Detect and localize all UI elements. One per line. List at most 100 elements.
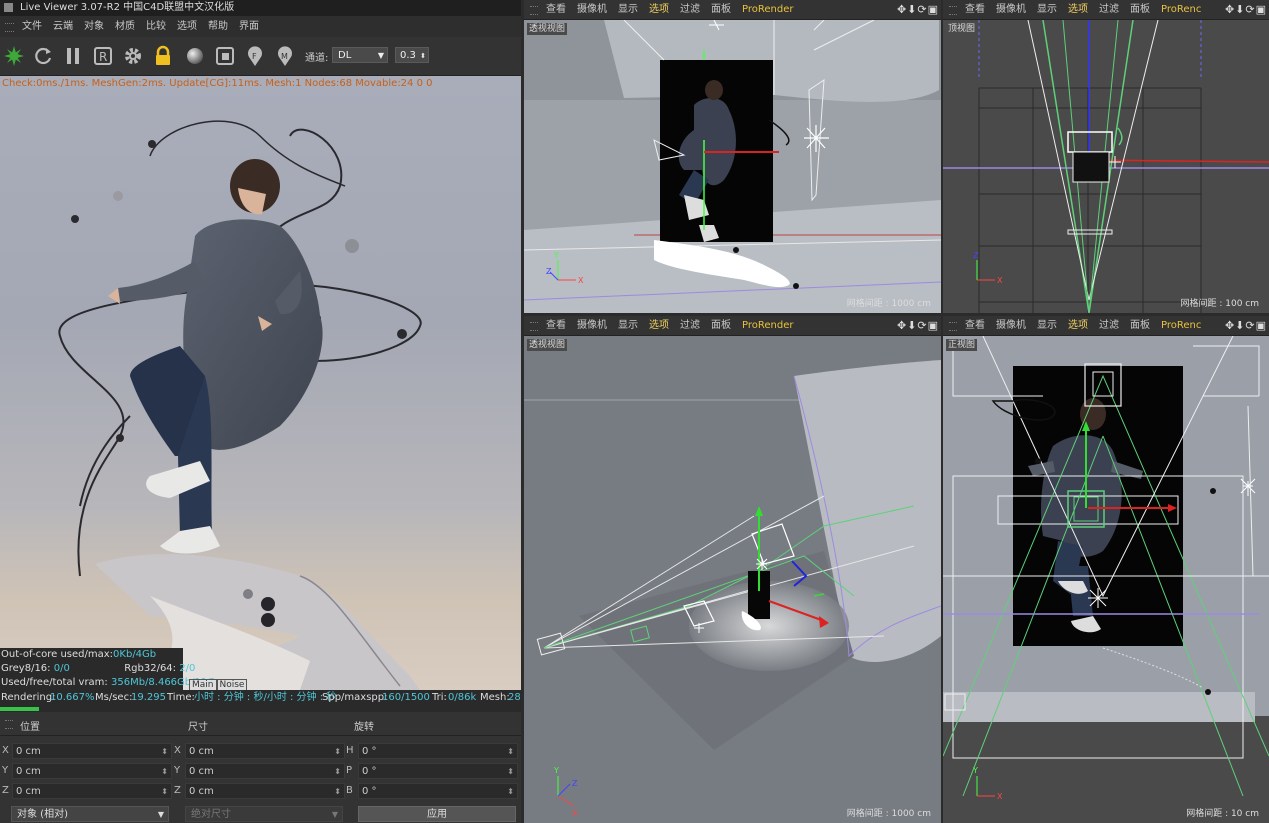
menu-panel[interactable]: 面板 [711,316,731,335]
menu-prorender[interactable]: ProRenc [1161,316,1201,335]
menu-display[interactable]: 显示 [1037,0,1057,19]
viewport-perspective-bottom[interactable]: 查看 摄像机 显示 选项 过滤 面板 ProRender ✥⬇⟳▣ Y X Z … [524,316,941,823]
menu-camera[interactable]: 摄像机 [577,0,607,19]
menu-object[interactable]: 对象 [84,16,104,37]
rot-b-field[interactable]: 0 ° ⬍ [358,783,518,799]
viewport-canvas[interactable]: Y X 正视图 网格间距 : 10 cm [943,336,1269,823]
menu-camera[interactable]: 摄像机 [996,0,1026,19]
channel-select[interactable]: DL ▼ [332,47,388,63]
tab-main[interactable]: Main [189,679,217,690]
size-header: 尺寸 [188,722,208,733]
menu-options[interactable]: 选项 [177,16,197,37]
size-x-field[interactable]: 0 cm ⬍ [185,743,345,759]
menu-help[interactable]: 帮助 [208,16,228,37]
pos-x-field[interactable]: 0 cm ⬍ [12,743,172,759]
menu-display[interactable]: 显示 [1037,316,1057,335]
menu-options[interactable]: 选项 [649,0,669,19]
viewport-nav-icons[interactable]: ✥⬇⟳▣ [897,0,939,19]
region-render-icon[interactable]: R [92,45,114,67]
viewport-nav-icons[interactable]: ✥⬇⟳▣ [1225,0,1267,19]
coordinate-mode-select[interactable]: 对象 (相对) ▼ [11,806,169,822]
rot-h-field[interactable]: 0 ° ⬍ [358,743,518,759]
menu-panel[interactable]: 面板 [711,0,731,19]
menu-view[interactable]: 查看 [965,0,985,19]
vram-label: Used/free/total vram: [1,677,108,688]
title-bar: Live Viewer 3.07-R2 中国C4D联盟中文汉化版 [0,0,521,16]
pos-y-axis: Y [2,765,9,776]
viewport-nav-icons[interactable]: ✥⬇⟳▣ [897,316,939,335]
grip-icon [530,6,538,15]
menu-view[interactable]: 查看 [546,0,566,19]
menu-panel[interactable]: 面板 [1130,316,1150,335]
menu-options[interactable]: 选项 [649,316,669,335]
menu-prorender[interactable]: ProRender [742,316,793,335]
rot-p-value: 0 ° [362,766,377,777]
time-value: 小时 : 分钟 : 秒/小时 : 分钟 : 秒 [194,692,337,703]
rot-p-field[interactable]: 0 ° ⬍ [358,763,518,779]
octane-logo-icon[interactable] [3,45,25,67]
spp-value: 160/1500 [382,692,430,703]
pause-icon[interactable] [62,45,84,67]
menu-filter[interactable]: 过滤 [1099,0,1119,19]
viewport-perspective-top[interactable]: 查看 摄像机 显示 选项 过滤 面板 ProRender ✥⬇⟳▣ Y X Z … [524,0,941,313]
svg-text:Y: Y [972,766,978,775]
coord-headers: 位置 尺寸 旋转 [0,713,521,736]
apply-button[interactable]: 应用 [358,806,516,822]
menu-options[interactable]: 选项 [1068,0,1088,19]
menu-display[interactable]: 显示 [618,0,638,19]
menu-panel[interactable]: 面板 [1130,0,1150,19]
material-ball-icon[interactable] [184,45,206,67]
viewport-front[interactable]: 查看 摄像机 显示 选项 过滤 面板 ProRenc ✥⬇⟳▣ Y X 正视图 … [943,316,1269,823]
menu-material[interactable]: 材质 [115,16,135,37]
settings-gear-icon[interactable] [122,45,144,67]
stepper-value: 0.3 [400,50,416,61]
rgb-value: 2/0 [179,663,196,674]
pos-z-value: 0 cm [16,786,41,797]
menu-filter[interactable]: 过滤 [680,0,700,19]
viewport-canvas[interactable]: Y X Z 透视视图 网格间距 : 1000 cm [524,336,941,823]
size-z-field[interactable]: 0 cm ⬍ [185,783,345,799]
size-z-axis: Z [174,785,181,796]
lock-icon[interactable] [152,45,174,67]
tab-noise[interactable]: Noise [216,679,248,690]
menu-prorender[interactable]: ProRender [742,0,793,19]
size-mode-select[interactable]: 绝对尺寸 ▼ [185,806,343,822]
viewport-menu: 查看 摄像机 显示 选项 过滤 面板 ProRender ✥⬇⟳▣ [524,0,941,20]
menu-compare[interactable]: 比较 [146,16,166,37]
menu-interface[interactable]: 界面 [239,16,259,37]
menu-view[interactable]: 查看 [546,316,566,335]
grip-icon [530,322,538,331]
menu-filter[interactable]: 过滤 [680,316,700,335]
stepper-arrows-icon: ⬍ [161,767,168,776]
viewport-canvas[interactable]: Y X Z 透视视图 网格间距 : 1000 cm [524,20,941,313]
menu-cloud[interactable]: 云端 [53,16,73,37]
svg-text:F: F [252,52,257,61]
size-y-field[interactable]: 0 cm ⬍ [185,763,345,779]
refresh-icon[interactable] [32,45,54,67]
menu-filter[interactable]: 过滤 [1099,316,1119,335]
pos-y-field[interactable]: 0 cm ⬍ [12,763,172,779]
svg-text:Y: Y [553,766,559,775]
render-progress [0,706,521,712]
menu-options[interactable]: 选项 [1068,316,1088,335]
pick-material-icon[interactable]: M [274,45,296,67]
svg-text:X: X [997,792,1003,801]
channel-value-stepper[interactable]: 0.3 ⬍ [395,47,429,63]
rot-b-value: 0 ° [362,786,377,797]
render-preview[interactable]: Check:0ms./1ms. MeshGen:2ms. Update[CG]:… [0,76,521,690]
menu-file[interactable]: 文件 [22,16,42,37]
menu-prorender[interactable]: ProRenc [1161,0,1201,19]
pick-focus-icon[interactable]: F [244,45,266,67]
size-y-value: 0 cm [189,766,214,777]
viewport-canvas[interactable]: Z X 顶视图 网格间距 : 100 cm [943,20,1269,313]
menu-display[interactable]: 显示 [618,316,638,335]
pos-z-field[interactable]: 0 cm ⬍ [12,783,172,799]
clay-mode-icon[interactable] [214,45,236,67]
menu-camera[interactable]: 摄像机 [996,316,1026,335]
svg-text:M: M [281,52,288,61]
viewport-top[interactable]: 查看 摄像机 显示 选项 过滤 面板 ProRenc ✥⬇⟳▣ Z X 顶视图 … [943,0,1269,313]
rotation-header: 旋转 [354,722,374,733]
viewport-nav-icons[interactable]: ✥⬇⟳▣ [1225,316,1267,335]
menu-camera[interactable]: 摄像机 [577,316,607,335]
menu-view[interactable]: 查看 [965,316,985,335]
